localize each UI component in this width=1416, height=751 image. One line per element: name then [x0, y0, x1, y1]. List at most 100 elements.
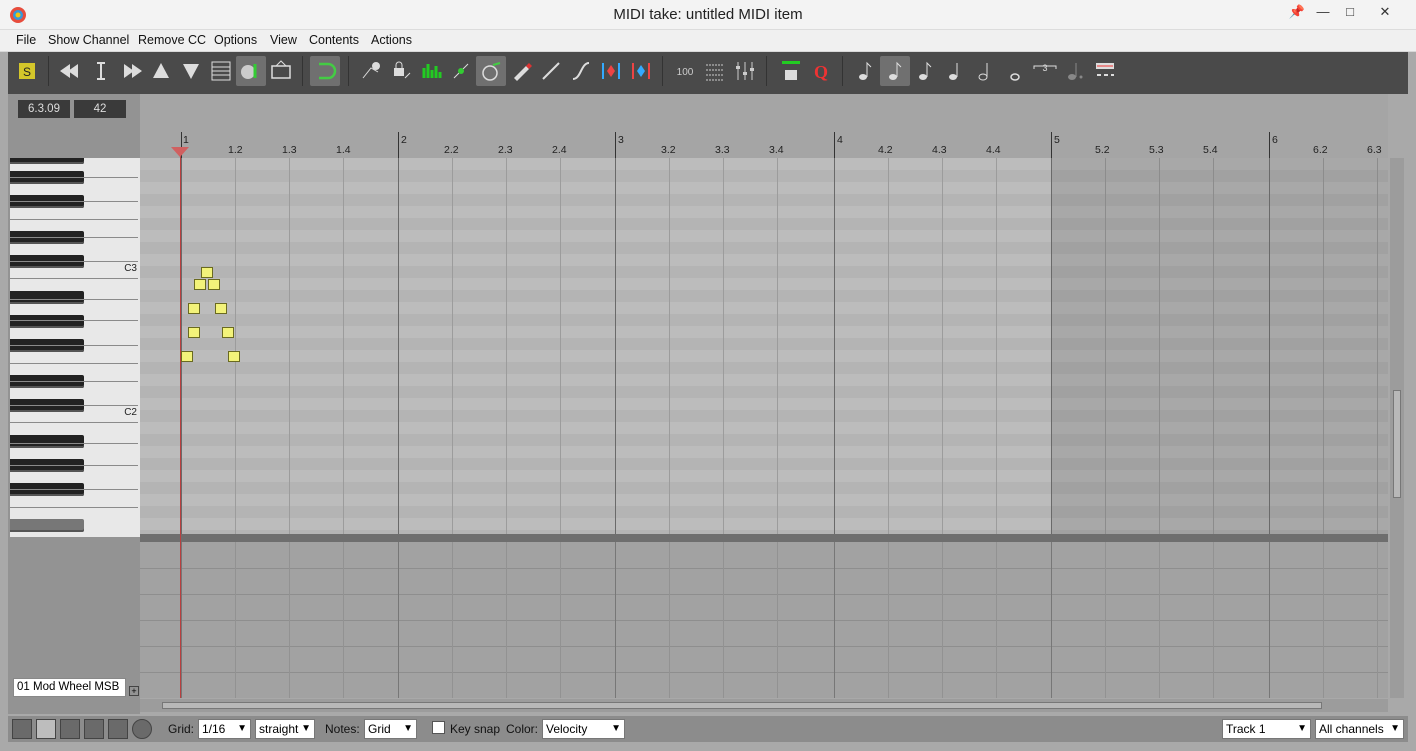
cc-lane[interactable] [140, 542, 1388, 698]
bar-6: 6 [1272, 134, 1278, 146]
midi-note[interactable] [228, 351, 240, 362]
track-select-value: Track 1 [1226, 722, 1266, 736]
midi-note[interactable] [208, 279, 220, 290]
menu-show-channel[interactable]: Show Channel [48, 33, 129, 47]
drum-view-icon[interactable] [266, 56, 296, 86]
half-note-icon[interactable] [970, 56, 1000, 86]
quarter-note-icon[interactable] [940, 56, 970, 86]
list-view-icon[interactable] [206, 56, 236, 86]
piano-keyboard[interactable]: C3 C2 [10, 158, 140, 537]
line-tool-icon[interactable] [536, 56, 566, 86]
bar-1: 1 [183, 134, 189, 146]
loop-icon[interactable] [310, 56, 340, 86]
vertical-scrollbar[interactable] [1390, 158, 1404, 698]
pencil-icon[interactable] [506, 56, 536, 86]
midi-note[interactable] [181, 351, 193, 362]
solo-button[interactable]: S [12, 56, 42, 86]
sixteenth-note-icon[interactable] [880, 56, 910, 86]
track-select[interactable]: Track 1 ▼ [1222, 719, 1311, 739]
horizontal-scrollbar[interactable] [140, 699, 1388, 712]
dotted-note-icon[interactable] [1060, 56, 1090, 86]
cc-lanes-icon[interactable] [700, 56, 730, 86]
piano-roll-icon[interactable] [236, 56, 266, 86]
pin-icon[interactable]: 📌 [1284, 2, 1310, 22]
midi-note[interactable] [222, 327, 234, 338]
menu-remove-cc[interactable]: Remove CC [138, 33, 206, 47]
piano-roll-grid[interactable] [140, 158, 1388, 534]
midi-note[interactable] [201, 267, 213, 278]
grid-type-select[interactable]: straight ▼ [255, 719, 315, 739]
up-icon[interactable] [146, 56, 176, 86]
keysnap-checkbox[interactable] [432, 721, 445, 734]
bar-5: 5 [1054, 134, 1060, 146]
beat-3-3: 3.3 [715, 144, 730, 156]
eighth-note-icon[interactable] [910, 56, 940, 86]
close-button[interactable]: ✕ [1372, 2, 1398, 22]
title-bar: MIDI take: untitled MIDI item 📌 — □ ✕ [0, 0, 1416, 30]
beat-3-2: 3.2 [661, 144, 676, 156]
beat-4-3: 4.3 [932, 144, 947, 156]
mixer-icon[interactable] [730, 56, 760, 86]
menu-options[interactable]: Options [214, 33, 257, 47]
grid-select[interactable]: 1/16 ▼ [198, 719, 251, 739]
edit-cursor-line [180, 150, 181, 698]
quantize-red-icon[interactable] [626, 56, 656, 86]
step-input-icon[interactable] [1090, 56, 1120, 86]
go-to-end-icon[interactable] [108, 719, 128, 739]
timeline-ruler[interactable]: 1 1.2 1.3 1.4 2 2.2 2.3 2.4 3 3.2 3.3 3.… [140, 94, 1388, 158]
forward-icon[interactable] [116, 56, 146, 86]
down-icon[interactable] [176, 56, 206, 86]
keysnap-label: Key snap [450, 722, 501, 736]
repeat-icon[interactable] [132, 719, 152, 739]
menu-actions[interactable]: Actions [371, 33, 412, 47]
stop-icon[interactable] [84, 719, 104, 739]
horizontal-scroll-thumb[interactable] [162, 702, 1322, 709]
menu-file[interactable]: File [16, 33, 36, 47]
go-to-start-icon[interactable] [12, 719, 32, 739]
beat-4-4: 4.4 [986, 144, 1001, 156]
beat-1-3: 1.3 [282, 144, 297, 156]
maximize-button[interactable]: □ [1337, 2, 1363, 22]
envelope-points-icon[interactable] [356, 56, 386, 86]
triplet-icon[interactable]: 3 [1030, 56, 1060, 86]
select-tool-icon[interactable] [86, 56, 116, 86]
grid-label: Grid: [168, 722, 195, 736]
midi-note[interactable] [188, 327, 200, 338]
velocity-bars-icon[interactable] [416, 56, 446, 86]
minimize-button[interactable]: — [1310, 2, 1336, 22]
cc-lane-select[interactable]: 01 Mod Wheel MSB [13, 678, 126, 697]
beat-3-4: 3.4 [769, 144, 784, 156]
star-nodes-icon[interactable] [446, 56, 476, 86]
velocity-value[interactable]: 100 [670, 56, 700, 86]
add-lane-icon[interactable]: + [129, 686, 139, 696]
position-pitch: 42 [74, 100, 126, 118]
color-select-value: Velocity [546, 722, 588, 736]
play-icon[interactable] [36, 719, 56, 739]
grid-type-value: straight [259, 722, 299, 736]
menu-view[interactable]: View [270, 33, 297, 47]
rewind-icon[interactable] [56, 56, 86, 86]
midi-note[interactable] [194, 279, 206, 290]
hand-icon[interactable] [776, 56, 806, 86]
playhead-marker[interactable] [171, 147, 189, 157]
sixtyfourth-note-icon[interactable] [850, 56, 880, 86]
quantize-q-icon[interactable]: Q [806, 56, 836, 86]
midi-note[interactable] [215, 303, 227, 314]
menu-contents[interactable]: Contents [309, 33, 359, 47]
quantize-blue-icon[interactable] [596, 56, 626, 86]
bar-2: 2 [401, 134, 407, 146]
curve-tool-icon[interactable] [566, 56, 596, 86]
channel-select[interactable]: All channels ▼ [1315, 719, 1404, 739]
vertical-scroll-thumb[interactable] [1393, 390, 1401, 498]
pause-icon[interactable] [60, 719, 80, 739]
lock-icon[interactable] [386, 56, 416, 86]
beat-1-2: 1.2 [228, 144, 243, 156]
lane-splitter[interactable] [140, 534, 1388, 542]
whole-note-icon[interactable] [1000, 56, 1030, 86]
color-select[interactable]: Velocity ▼ [542, 719, 625, 739]
notes-select[interactable]: Grid ▼ [364, 719, 417, 739]
beat-5-4: 5.4 [1203, 144, 1218, 156]
midi-note[interactable] [188, 303, 200, 314]
channel-select-value: All channels [1319, 722, 1384, 736]
timer-icon[interactable] [476, 56, 506, 86]
